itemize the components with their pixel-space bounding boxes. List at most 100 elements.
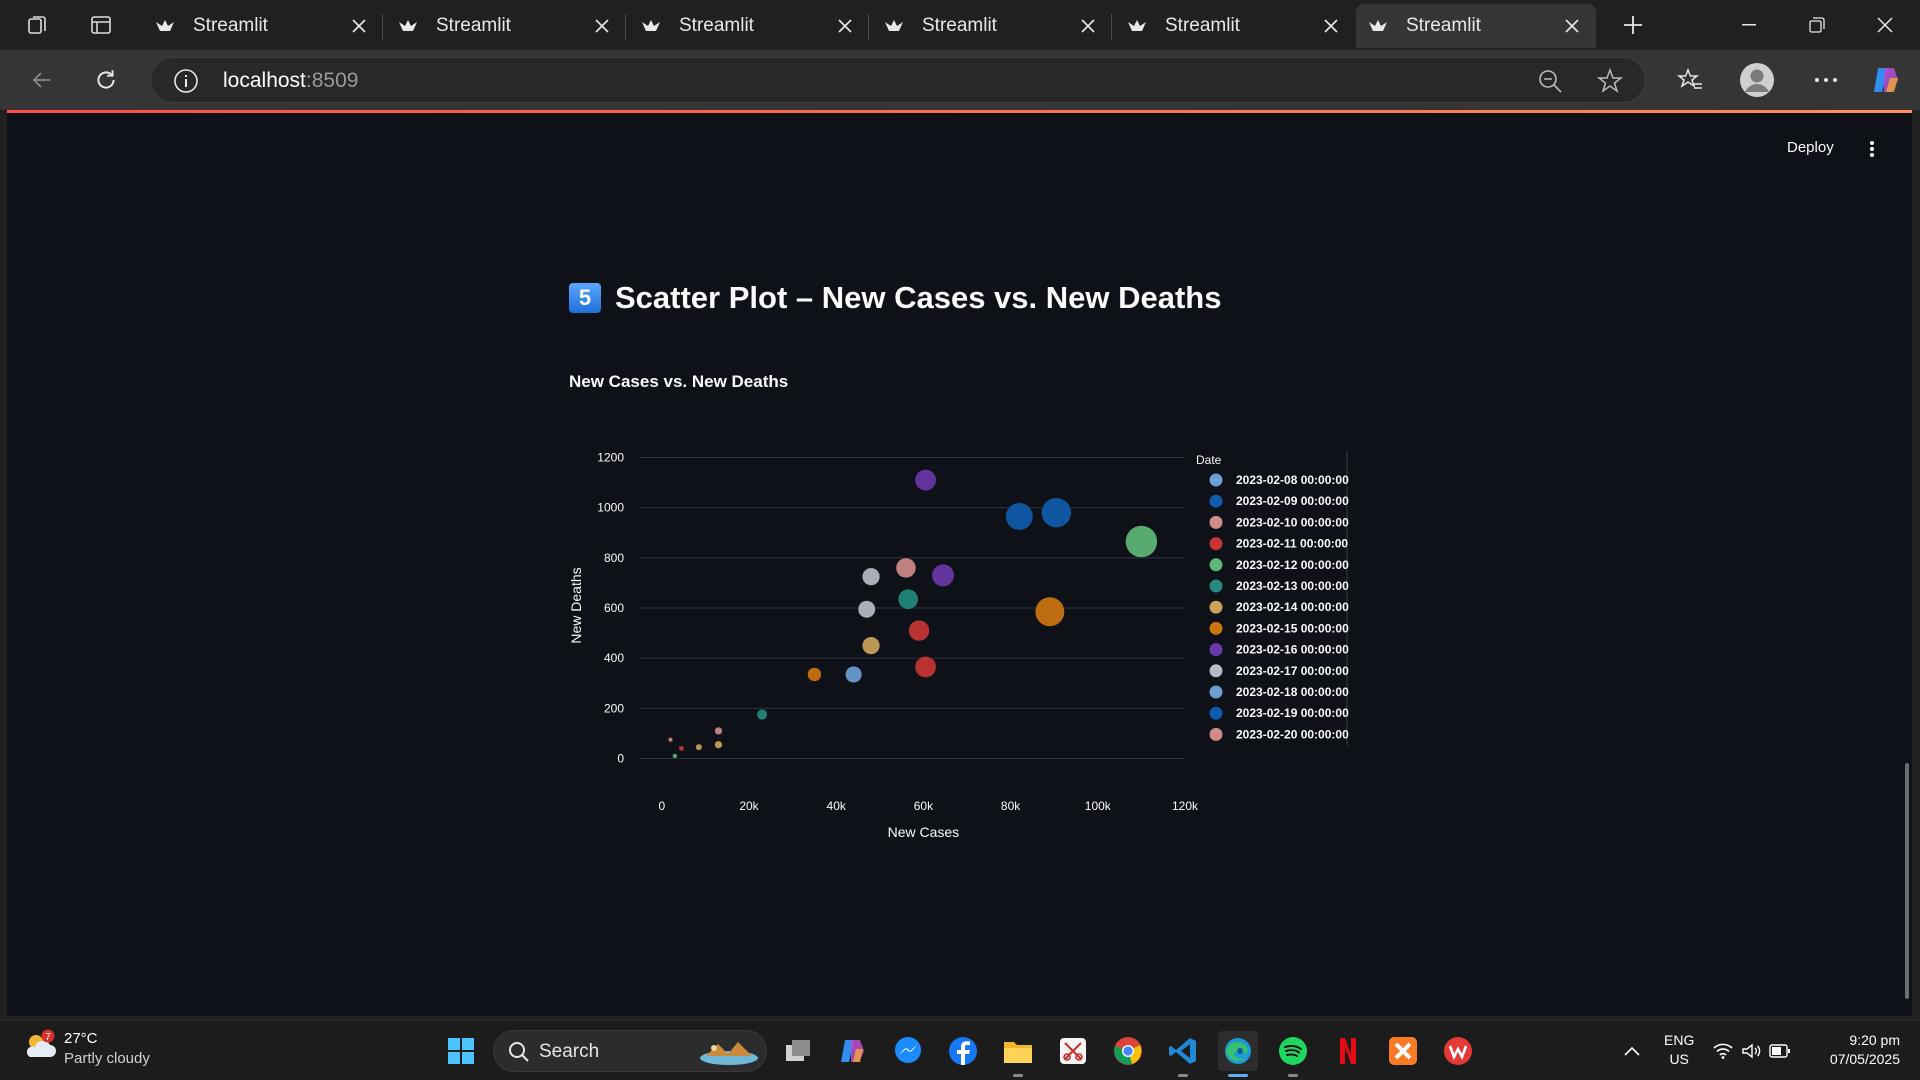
netflix-icon[interactable] (1328, 1031, 1368, 1071)
workspaces-icon[interactable] (20, 9, 54, 41)
browser-tab-active[interactable]: Streamlit (1356, 4, 1596, 48)
browser-tab[interactable]: Streamlit (143, 4, 383, 48)
data-point[interactable] (861, 567, 881, 586)
snipping-tool-icon[interactable] (1053, 1031, 1093, 1071)
legend-entry[interactable]: 2023-02-12 00:00:00 (1236, 558, 1349, 572)
legend-entry[interactable]: 2023-02-15 00:00:00 (1236, 621, 1349, 635)
legend-marker[interactable] (1209, 537, 1223, 551)
tab-actions-icon[interactable] (84, 9, 118, 41)
legend-entry[interactable]: 2023-02-18 00:00:00 (1236, 685, 1349, 699)
data-point[interactable] (672, 753, 678, 759)
weather-widget[interactable]: 7 27°C Partly cloudy (22, 1029, 150, 1069)
back-icon[interactable] (24, 62, 60, 98)
data-point[interactable] (714, 740, 723, 749)
data-point[interactable] (678, 745, 685, 752)
legend-marker[interactable] (1209, 494, 1223, 508)
legend-marker[interactable] (1209, 727, 1223, 741)
data-point[interactable] (861, 636, 881, 655)
clock[interactable]: 9:20 pm 07/05/2025 (1810, 1031, 1900, 1069)
system-tray-status[interactable] (1707, 1031, 1797, 1071)
spotify-icon[interactable] (1273, 1031, 1313, 1077)
profile-avatar[interactable] (1738, 61, 1776, 99)
browser-tab[interactable]: Streamlit (1115, 4, 1355, 48)
legend-marker[interactable] (1209, 664, 1223, 678)
legend-entry[interactable]: 2023-02-17 00:00:00 (1236, 664, 1349, 678)
chart-legend[interactable]: Date 2023-02-08 00:00:00 2023-02-09 00:00:… (1196, 451, 1349, 746)
close-tab-icon[interactable] (1562, 16, 1582, 36)
legend-entry[interactable]: 2023-02-08 00:00:00 (1236, 473, 1349, 487)
legend-marker[interactable] (1209, 579, 1223, 593)
data-point[interactable] (667, 737, 674, 743)
page-scrollbar[interactable] (1905, 763, 1909, 999)
legend-marker[interactable] (1209, 706, 1223, 720)
task-view-icon[interactable] (778, 1031, 818, 1071)
language-indicator[interactable]: ENG US (1664, 1031, 1694, 1069)
data-point[interactable] (714, 726, 723, 735)
messenger-icon[interactable] (888, 1031, 928, 1071)
legend-entry[interactable]: 2023-02-10 00:00:00 (1236, 515, 1349, 529)
data-point[interactable] (756, 709, 768, 721)
zoom-out-icon[interactable] (1537, 68, 1563, 99)
legend-marker[interactable] (1209, 685, 1223, 699)
legend-entry[interactable]: 2023-02-14 00:00:00 (1236, 600, 1349, 614)
close-tab-icon[interactable] (835, 16, 855, 36)
site-info-icon[interactable] (173, 68, 199, 99)
close-tab-icon[interactable] (349, 16, 369, 36)
data-point[interactable] (914, 656, 937, 678)
legend-entry[interactable]: 2023-02-20 00:00:00 (1236, 727, 1349, 741)
data-point[interactable] (914, 469, 937, 492)
scatter-chart[interactable]: 0 200 400 600 800 1000 1200 0 20k 40k 60k 80k 100k 12… (7, 110, 1912, 1016)
legend-entry[interactable]: 2023-02-09 00:00:00 (1236, 494, 1349, 508)
file-explorer-icon[interactable] (998, 1031, 1038, 1077)
close-tab-icon[interactable] (592, 16, 612, 36)
data-point[interactable] (845, 665, 863, 684)
close-tab-icon[interactable] (1321, 16, 1341, 36)
data-point[interactable] (807, 667, 822, 682)
data-point[interactable] (1034, 596, 1065, 627)
minimize-icon[interactable] (1726, 9, 1772, 41)
more-options-icon[interactable] (1808, 62, 1844, 98)
wps-office-icon[interactable] (1438, 1031, 1478, 1071)
favorites-icon[interactable] (1672, 62, 1708, 98)
close-tab-icon[interactable] (1078, 16, 1098, 36)
browser-tab[interactable]: Streamlit (629, 4, 869, 48)
restore-icon[interactable] (1794, 9, 1840, 41)
legend-entry[interactable]: 2023-02-19 00:00:00 (1236, 706, 1349, 720)
facebook-icon[interactable] (943, 1031, 983, 1071)
legend-marker[interactable] (1209, 621, 1223, 635)
legend-marker[interactable] (1209, 473, 1223, 487)
xampp-icon[interactable] (1383, 1031, 1423, 1071)
data-point[interactable] (695, 743, 703, 751)
data-point[interactable] (908, 619, 930, 642)
legend-marker[interactable] (1209, 515, 1223, 529)
legend-entry[interactable]: 2023-02-11 00:00:00 (1236, 537, 1348, 551)
legend-entry[interactable]: 2023-02-16 00:00:00 (1236, 643, 1349, 657)
browser-tab[interactable]: Streamlit (386, 4, 626, 48)
legend-marker[interactable] (1209, 558, 1223, 572)
data-point[interactable] (1125, 525, 1158, 558)
data-point[interactable] (857, 600, 876, 619)
data-point[interactable] (931, 563, 955, 587)
favorite-star-icon[interactable] (1596, 67, 1624, 99)
chrome-icon[interactable] (1108, 1031, 1148, 1071)
legend-entry[interactable]: 2023-02-13 00:00:00 (1236, 579, 1349, 593)
copilot-icon[interactable] (1868, 62, 1904, 98)
data-point[interactable] (897, 588, 919, 610)
refresh-icon[interactable] (88, 62, 124, 98)
browser-tab[interactable]: Streamlit (872, 4, 1112, 48)
legend-marker[interactable] (1209, 643, 1223, 657)
data-point[interactable] (1041, 497, 1072, 528)
data-point[interactable] (1005, 502, 1034, 531)
edge-icon[interactable] (1218, 1031, 1258, 1077)
url-text[interactable]: localhost:8509 (223, 69, 358, 93)
start-button[interactable] (441, 1031, 481, 1071)
show-hidden-icons-icon[interactable] (1612, 1031, 1652, 1071)
taskbar-search[interactable]: Search (493, 1030, 767, 1072)
address-bar[interactable]: localhost:8509 (150, 57, 1646, 103)
close-window-icon[interactable] (1862, 9, 1908, 41)
copilot-app-icon[interactable] (833, 1031, 873, 1071)
data-point[interactable] (895, 557, 917, 579)
new-tab-button[interactable] (1616, 9, 1650, 41)
vscode-icon[interactable] (1163, 1031, 1203, 1077)
legend-marker[interactable] (1209, 600, 1223, 614)
